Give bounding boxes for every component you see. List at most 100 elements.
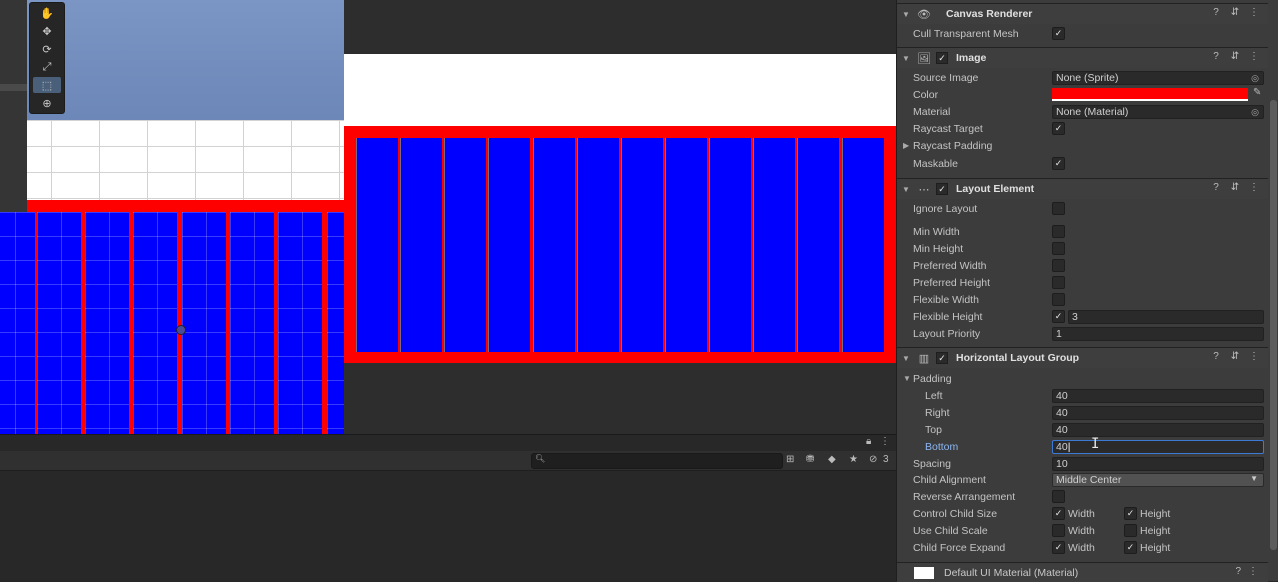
- color-swatch[interactable]: [1052, 88, 1248, 101]
- expand-width-checkbox[interactable]: ✓: [1052, 541, 1065, 554]
- control-height-checkbox[interactable]: ✓: [1124, 507, 1137, 520]
- lock-icon[interactable]: 🔒︎: [866, 436, 871, 447]
- scene-column: [230, 212, 274, 434]
- padding-right-input[interactable]: 40: [1052, 405, 1264, 420]
- cull-transparent-row: Cull Transparent Mesh ✓: [897, 25, 1268, 42]
- padding-row[interactable]: ▼ Padding: [897, 370, 1268, 387]
- component-menu-icon[interactable]: ⋮: [1248, 182, 1260, 193]
- pivot-handle[interactable]: [176, 325, 186, 335]
- presets-icon[interactable]: ⇵: [1229, 51, 1241, 62]
- scene-column: [133, 212, 177, 434]
- ignore-layout-checkbox[interactable]: [1052, 202, 1065, 215]
- create-filter-icon[interactable]: ⊞: [786, 454, 794, 465]
- field-value: Middle Center: [1056, 473, 1122, 486]
- layout-priority-input[interactable]: 1: [1052, 326, 1264, 341]
- image-enabled-checkbox[interactable]: ✓: [936, 52, 948, 64]
- flexible-width-checkbox[interactable]: [1052, 293, 1065, 306]
- game-column: [842, 138, 884, 352]
- padding-left-row: Left 40: [897, 387, 1268, 404]
- rect-tool-icon[interactable]: ⬚: [33, 77, 61, 93]
- rotate-tool-icon[interactable]: ⟳: [33, 41, 61, 57]
- child-alignment-dropdown[interactable]: Middle Center ▼: [1052, 472, 1264, 487]
- padding-top-row: Top 40: [897, 421, 1268, 438]
- scale-tool-icon[interactable]: ⤢: [33, 59, 61, 75]
- field-label: Layout Priority: [913, 327, 981, 340]
- maskable-checkbox[interactable]: ✓: [1052, 157, 1065, 170]
- padding-top-input[interactable]: 40: [1052, 422, 1264, 437]
- width-label: Width: [1068, 507, 1095, 520]
- project-search-input[interactable]: 🔍︎: [531, 453, 783, 469]
- hidden-packages-icon[interactable]: ⊘: [869, 454, 877, 465]
- min-height-checkbox[interactable]: [1052, 242, 1065, 255]
- reverse-arrangement-checkbox[interactable]: [1052, 490, 1065, 503]
- help-icon[interactable]: ?: [1210, 51, 1222, 62]
- presets-icon[interactable]: ⇵: [1229, 182, 1241, 193]
- move-tool-icon[interactable]: ✥: [33, 23, 61, 39]
- preferred-height-checkbox[interactable]: [1052, 276, 1065, 289]
- padding-left-input[interactable]: 40: [1052, 388, 1264, 403]
- layout-element-enabled-checkbox[interactable]: ✓: [936, 183, 948, 195]
- component-menu-icon[interactable]: ⋮: [1248, 51, 1260, 62]
- field-label: Flexible Height: [913, 310, 983, 323]
- eyedropper-icon[interactable]: ✎: [1253, 87, 1261, 98]
- horizontal-layout-group-header[interactable]: ▼ ▥ ✓ Horizontal Layout Group ? ⇵ ⋮: [897, 347, 1268, 368]
- hlg-enabled-checkbox[interactable]: ✓: [936, 352, 948, 364]
- field-label: Maskable: [913, 157, 958, 170]
- control-width-checkbox[interactable]: ✓: [1052, 507, 1065, 520]
- material-field[interactable]: None (Material) ◎: [1052, 104, 1264, 119]
- raycast-target-checkbox[interactable]: ✓: [1052, 122, 1065, 135]
- source-image-field[interactable]: None (Sprite) ◎: [1052, 70, 1264, 85]
- scale-height-checkbox[interactable]: [1124, 524, 1137, 537]
- filter-type-icon[interactable]: ⛃: [806, 454, 814, 465]
- object-picker-icon[interactable]: ◎: [1251, 107, 1259, 118]
- image-header[interactable]: ▼ 🖼︎ ✓ Image ? ⇵ ⋮: [897, 47, 1268, 68]
- help-icon[interactable]: ?: [1210, 351, 1222, 362]
- field-label: Flexible Width: [913, 293, 979, 306]
- scale-width-checkbox[interactable]: [1052, 524, 1065, 537]
- raycast-padding-row[interactable]: ▶ Raycast Padding: [897, 137, 1268, 154]
- fold-down-icon[interactable]: ▼: [903, 374, 911, 383]
- canvas-renderer-header[interactable]: ▼ 👁︎ Canvas Renderer ? ⇵ ⋮: [897, 3, 1268, 24]
- kebab-menu-icon[interactable]: ⋮: [880, 436, 890, 447]
- expand-height-checkbox[interactable]: ✓: [1124, 541, 1137, 554]
- padding-bottom-input[interactable]: 40 |: [1052, 439, 1264, 454]
- presets-icon[interactable]: ⇵: [1229, 351, 1241, 362]
- game-column: [709, 138, 751, 352]
- label-filter-icon[interactable]: ◆: [828, 454, 836, 465]
- fold-right-icon[interactable]: ▶: [903, 141, 909, 150]
- help-icon[interactable]: ?: [1235, 566, 1241, 577]
- text-caret: |: [1067, 440, 1071, 453]
- fold-arrow-icon[interactable]: ▼: [902, 54, 914, 63]
- min-width-checkbox[interactable]: [1052, 225, 1065, 238]
- favorite-icon[interactable]: ★: [849, 454, 858, 465]
- help-icon[interactable]: ?: [1210, 7, 1222, 18]
- fold-arrow-icon[interactable]: ▼: [902, 10, 914, 19]
- component-menu-icon[interactable]: ⋮: [1248, 566, 1258, 577]
- layout-element-header[interactable]: ▼ ⋯ ✓ Layout Element ? ⇵ ⋮: [897, 178, 1268, 199]
- material-footer[interactable]: Default UI Material (Material) ? ⋮: [897, 562, 1268, 582]
- spacing-row: Spacing 10: [897, 455, 1268, 472]
- fold-arrow-icon[interactable]: ▼: [902, 185, 914, 194]
- transform-tool-icon[interactable]: ⊕: [33, 95, 61, 111]
- component-menu-icon[interactable]: ⋮: [1248, 351, 1260, 362]
- material-preview-swatch: [914, 566, 934, 579]
- inspector-scrollbar-thumb[interactable]: [1270, 100, 1277, 550]
- field-value: None (Material): [1056, 105, 1129, 118]
- component-menu-icon[interactable]: ⋮: [1248, 7, 1260, 18]
- ignore-layout-row: Ignore Layout: [897, 200, 1268, 217]
- cull-transparent-checkbox[interactable]: ✓: [1052, 27, 1065, 40]
- object-picker-icon[interactable]: ◎: [1251, 73, 1259, 84]
- flexible-height-checkbox[interactable]: ✓: [1052, 310, 1065, 323]
- presets-icon[interactable]: ⇵: [1229, 7, 1241, 18]
- help-icon[interactable]: ?: [1210, 182, 1222, 193]
- field-label: Ignore Layout: [913, 202, 978, 215]
- game-column: [753, 138, 795, 352]
- preferred-width-checkbox[interactable]: [1052, 259, 1065, 272]
- material-title: Default UI Material (Material): [944, 566, 1079, 579]
- fold-arrow-icon[interactable]: ▼: [902, 354, 914, 363]
- flexible-height-input[interactable]: 3: [1068, 309, 1264, 324]
- min-height-row: Min Height: [897, 240, 1268, 257]
- field-value: 1: [1056, 327, 1062, 340]
- spacing-input[interactable]: 10: [1052, 456, 1264, 471]
- hand-tool-icon[interactable]: ✋: [33, 5, 61, 21]
